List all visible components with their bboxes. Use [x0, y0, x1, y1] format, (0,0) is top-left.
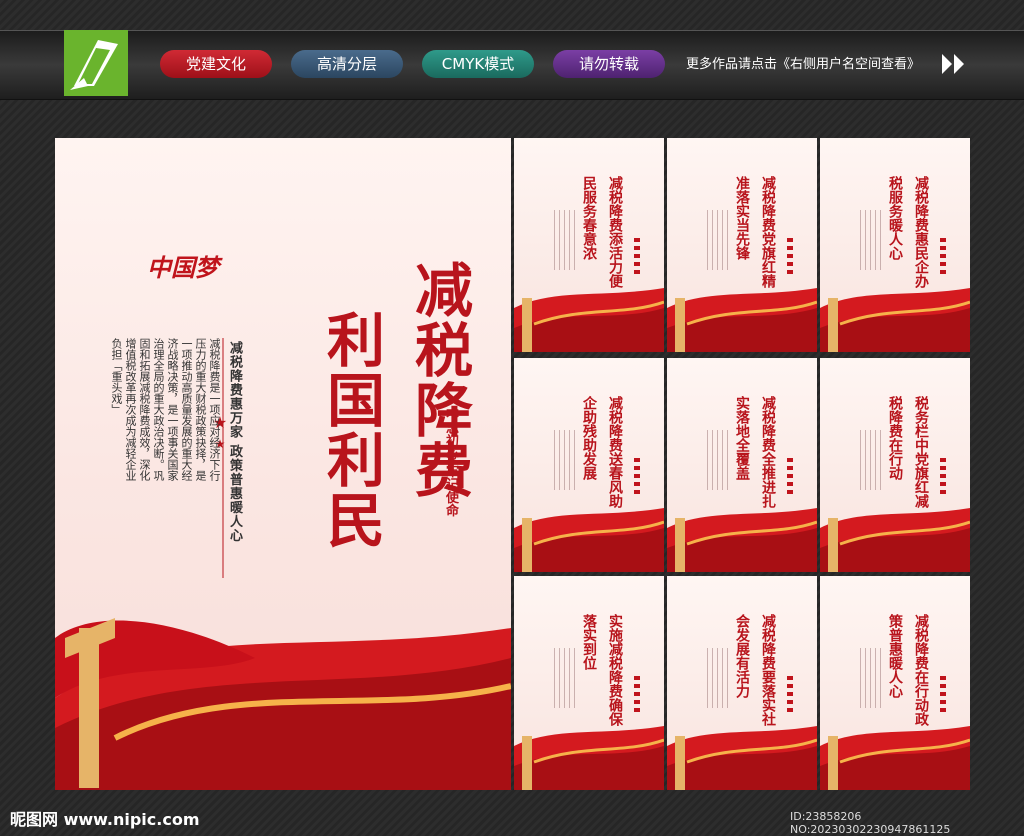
- card-line1: 减税降费要落实: [760, 614, 776, 712]
- poster-card: 税务栏中党旗红减税降费在行动: [820, 358, 970, 572]
- poster-card: 减税降费在行动政策普惠暖人心: [820, 576, 970, 790]
- card-line1: 减税降费党旗红: [760, 176, 776, 274]
- poster-card: 减税降费添活力便民服务春意浓: [514, 138, 664, 352]
- logo-text: 中国梦: [147, 253, 219, 282]
- card-title: 实施减税降费确保落实到位: [576, 614, 628, 734]
- card-side-mark: [787, 676, 793, 716]
- site-logo[interactable]: [64, 30, 128, 96]
- poster-card: 减税降费要落实社会发展有活力: [667, 576, 817, 790]
- poster-body-text: 减税降费是一项应对经济下行压力的重大财税政策抉择，是一项推动高质量发展的重大经济…: [110, 338, 221, 481]
- card-side-mark: [787, 238, 793, 278]
- china-dream-logo: 中国梦: [147, 248, 219, 283]
- card-side-mark: [787, 458, 793, 498]
- watermark-logo: 昵图网 www.nipic.com: [10, 810, 200, 829]
- watermark-id: ID:23858206 NO:20230302230947861125: [790, 810, 951, 836]
- poster-card: 减税降费党旗红精准落实当先锋: [667, 138, 817, 352]
- card-small-text: [860, 210, 882, 270]
- main-title-line2: 利国利民: [317, 310, 385, 550]
- card-title: 减税降费党旗红精准落实当先锋: [729, 176, 781, 296]
- card-title: 减税降费要落实社会发展有活力: [729, 614, 781, 734]
- poster-card: 实施减税降费确保落实到位: [514, 576, 664, 790]
- card-side-mark: [940, 458, 946, 498]
- card-line1: 减税降费在行动: [913, 614, 929, 712]
- card-title: 减税降费全推进扎实落地全覆盖: [729, 396, 781, 516]
- card-side-mark: [634, 458, 640, 498]
- card-line1: 减税降费送春风: [607, 396, 623, 494]
- card-title: 减税降费添活力便民服务春意浓: [576, 176, 628, 296]
- card-side-mark: [634, 676, 640, 716]
- tag-hd-layers: 高清分层: [291, 50, 403, 78]
- card-side-mark: [940, 676, 946, 716]
- card-side-mark: [940, 238, 946, 278]
- card-title: 减税降费在行动政策普惠暖人心: [882, 614, 934, 734]
- card-small-text: [707, 430, 729, 490]
- card-side-mark: [634, 238, 640, 278]
- card-small-text: [554, 210, 576, 270]
- poster-card: 减税降费全推进扎实落地全覆盖: [667, 358, 817, 572]
- card-small-text: [707, 210, 729, 270]
- card-small-text: [707, 648, 729, 708]
- main-title-line1: 减税降费: [405, 260, 473, 500]
- poster-subtitle: 减税降费惠万家 政策普惠暖人心: [227, 341, 242, 543]
- card-small-text: [554, 648, 576, 708]
- poster-card: 减税降费惠民企办税服务暖人心: [820, 138, 970, 352]
- tag-cmyk: CMYK模式: [422, 50, 534, 78]
- tag-no-repost: 请勿转载: [553, 50, 665, 78]
- card-small-text: [554, 430, 576, 490]
- card-line1: 减税降费惠民企: [913, 176, 929, 274]
- card-line1: 税务栏中党旗红: [913, 396, 929, 494]
- more-works-link[interactable]: 更多作品请点击《右侧用户名空间查看》: [686, 53, 920, 72]
- poster-card: 减税降费送春风助企助残助发展: [514, 358, 664, 572]
- double-arrow-icon[interactable]: [940, 52, 970, 80]
- card-small-text: [860, 648, 882, 708]
- card-title: 减税降费送春风助企助残助发展: [576, 396, 628, 516]
- card-title: 税务栏中党旗红减税降费在行动: [882, 396, 934, 516]
- card-line1: 实施减税降费: [607, 614, 623, 698]
- card-small-text: [860, 430, 882, 490]
- card-line1: 减税降费全推进: [760, 396, 776, 494]
- tag-party-culture: 党建文化: [160, 50, 272, 78]
- card-title: 减税降费惠民企办税服务暖人心: [882, 176, 934, 296]
- card-line1: 减税降费添活力: [607, 176, 623, 274]
- poster-motto: 不忘初心 牢记使命: [443, 408, 458, 517]
- main-poster: ★ ★ 中国梦 减税降费 利国利民 减税降费惠万家 政策普惠暖人心 减税降费是一…: [55, 138, 511, 790]
